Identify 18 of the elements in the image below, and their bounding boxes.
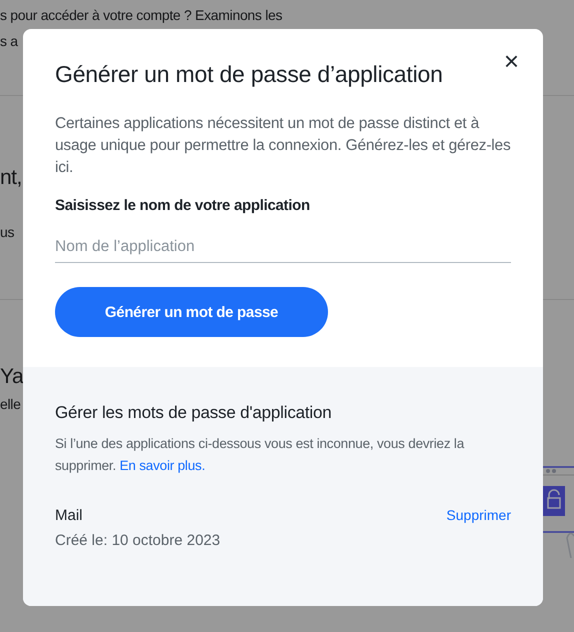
learn-more-link[interactable]: En savoir plus. — [120, 458, 206, 473]
app-name: Mail — [55, 507, 84, 524]
dialog-title: Générer un mot de passe d’application — [55, 60, 443, 89]
delete-link[interactable]: Supprimer — [446, 507, 511, 523]
description-text: Certaines applications nécessitent un mot de passe distinct et à usage unique pour permettre la connexion. Générez-les et gérez-les ici. — [55, 114, 511, 178]
manage-note: Si l’une des applications ci-dessous vous est inconnue, vous devriez la supprimer. En savoir plus. — [55, 435, 466, 475]
background-text: s pour accéder à votre compte ? Examinons les — [0, 6, 282, 25]
background-heading: Ya — [0, 364, 24, 390]
background-text: s a — [0, 32, 18, 51]
close-button[interactable]: × — [504, 51, 519, 71]
app-created-date: Créé le: 10 octobre 2023 — [55, 532, 220, 549]
field-label: Saisissez le nom de votre application — [55, 197, 311, 214]
app-name-field[interactable]: Nom de l’application — [55, 238, 511, 263]
background-heading: nt, — [0, 165, 22, 191]
background-text: elle — [0, 395, 21, 414]
background-text: us — [0, 223, 14, 242]
generate-button[interactable]: Générer un mot de passe — [55, 287, 328, 337]
manage-title: Gérer les mots de passe d'application — [55, 403, 332, 423]
